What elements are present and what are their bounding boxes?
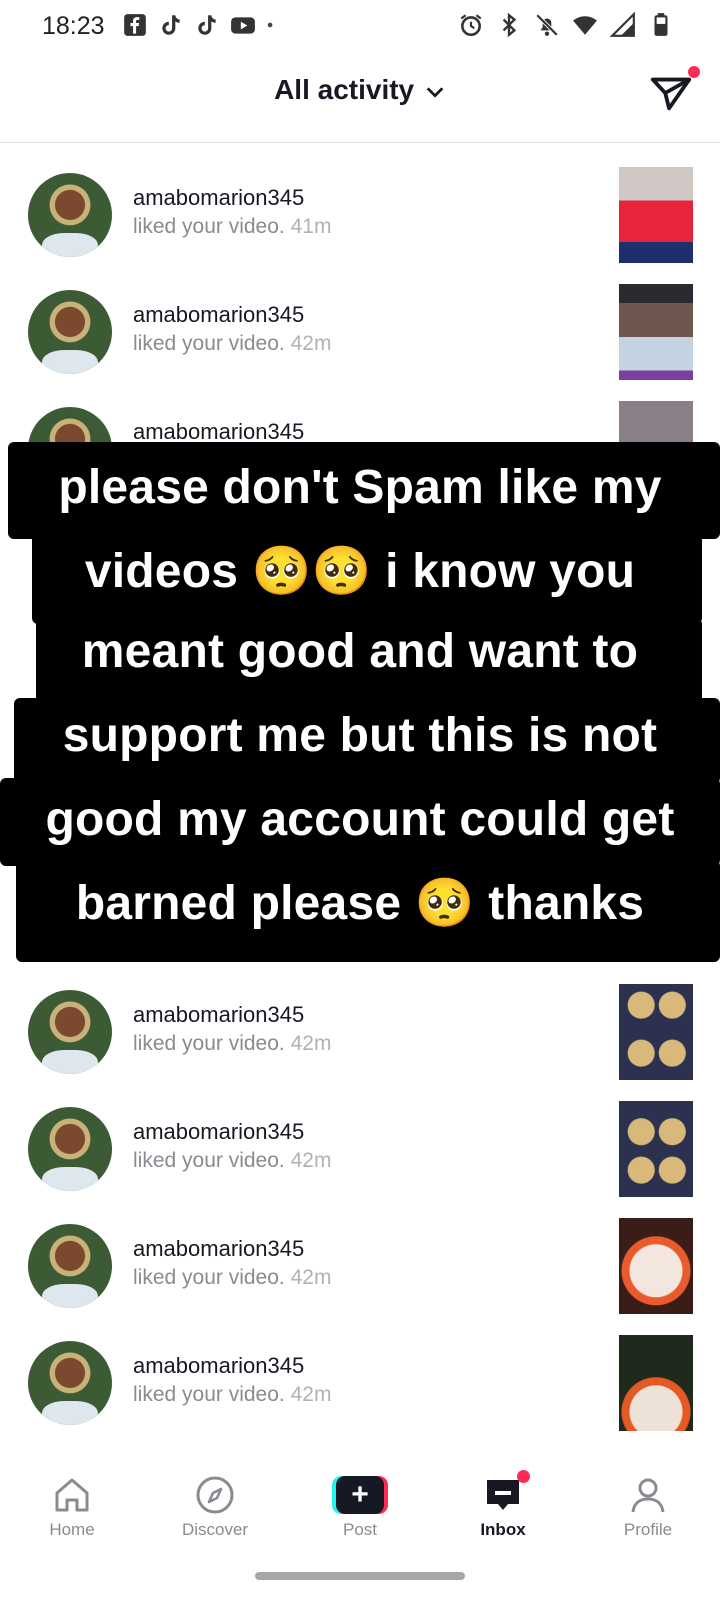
username[interactable]: amabomarion345: [133, 185, 304, 211]
nav-discover[interactable]: Discover: [155, 1458, 275, 1540]
activity-filter-dropdown[interactable]: All activity: [0, 74, 720, 106]
facebook-icon: [124, 14, 146, 36]
video-thumbnail[interactable]: [619, 1335, 693, 1431]
new-message-badge: [688, 66, 700, 78]
nav-label: Discover: [181, 1520, 249, 1539]
youtube-icon: [231, 17, 255, 34]
video-thumbnail[interactable]: [619, 284, 693, 380]
username[interactable]: amabomarion345: [133, 302, 304, 328]
list-item[interactable]: amabomarion345 liked your video. 41m: [0, 143, 720, 263]
list-item[interactable]: amabomarion345 liked your video. 42m: [0, 1077, 720, 1197]
avatar[interactable]: [28, 173, 112, 257]
tiktok-icon: [162, 15, 180, 35]
notification-icons: [122, 12, 280, 38]
activity-text: liked your video. 42m: [133, 1032, 332, 1055]
home-icon: [55, 1478, 89, 1512]
avatar[interactable]: [28, 1341, 112, 1425]
avatar[interactable]: [28, 1107, 112, 1191]
mute-icon: [535, 13, 559, 37]
caption-line: please don't Spam like my: [58, 461, 662, 514]
activity-text: liked your video. 41m: [133, 215, 332, 238]
battery-icon: [654, 13, 668, 36]
caption-line: good my account could get: [45, 793, 675, 846]
video-thumbnail[interactable]: [619, 1101, 693, 1197]
compass-icon: [196, 1476, 234, 1514]
list-item[interactable]: amabomarion345 liked your video. 42m: [0, 1194, 720, 1314]
status-bar: 18:23: [0, 0, 720, 56]
list-item[interactable]: amabomarion345 liked your video. 42m: [0, 960, 720, 1080]
plus-icon: +: [336, 1476, 384, 1514]
username[interactable]: amabomarion345: [133, 1119, 304, 1145]
activity-text: liked your video. 42m: [133, 1383, 332, 1406]
page-title: All activity: [274, 74, 415, 105]
video-thumbnail[interactable]: [619, 984, 693, 1080]
direct-message-icon[interactable]: [648, 70, 694, 116]
video-thumbnail[interactable]: [619, 167, 693, 263]
alarm-icon: [460, 14, 482, 37]
list-item[interactable]: amabomarion345 liked your video. 42m: [0, 260, 720, 380]
nav-label: Post: [342, 1520, 378, 1539]
activity-text: liked your video. 42m: [133, 1149, 332, 1172]
chevron-down-icon: [426, 86, 444, 98]
tiktok-icon: [198, 15, 216, 35]
bluetooth-icon: [502, 12, 517, 38]
nav-label: Home: [49, 1520, 95, 1539]
username[interactable]: amabomarion345: [133, 1002, 304, 1028]
status-time: 18:23: [42, 12, 105, 40]
caption-line: videos 🥺🥺 i know you: [84, 545, 636, 598]
nav-label: Profile: [623, 1520, 673, 1539]
nav-profile[interactable]: Profile: [588, 1458, 708, 1540]
caption-line: support me but this is not: [62, 709, 658, 762]
dot-icon: [267, 22, 273, 28]
signal-icon: [610, 12, 635, 37]
activity-text: liked your video. 42m: [133, 332, 332, 355]
list-item[interactable]: amabomarion345 liked your video. 42m: [0, 1311, 720, 1431]
avatar[interactable]: [28, 990, 112, 1074]
home-indicator[interactable]: [255, 1572, 465, 1580]
username[interactable]: amabomarion345: [133, 1353, 304, 1379]
avatar[interactable]: [28, 1224, 112, 1308]
profile-icon: [631, 1478, 665, 1513]
caption-line: barned please 🥺 thanks: [75, 877, 645, 930]
nav-home[interactable]: Home: [12, 1458, 132, 1540]
username[interactable]: amabomarion345: [133, 1236, 304, 1262]
caption-line: meant good and want to: [81, 625, 639, 678]
video-caption-overlay: please don't Spam like my videos 🥺🥺 i kn…: [0, 442, 720, 962]
inbox-badge: [517, 1470, 530, 1483]
post-button[interactable]: +: [332, 1476, 388, 1514]
inbox-header: All activity: [0, 56, 720, 143]
activity-text: liked your video. 42m: [133, 1266, 332, 1289]
nav-label: Inbox: [480, 1520, 526, 1539]
nav-post[interactable]: + Post: [300, 1458, 420, 1540]
wifi-icon: [573, 16, 597, 35]
nav-inbox[interactable]: Inbox: [443, 1458, 563, 1540]
video-thumbnail[interactable]: [619, 1218, 693, 1314]
avatar[interactable]: [28, 290, 112, 374]
system-icons: [458, 12, 674, 38]
